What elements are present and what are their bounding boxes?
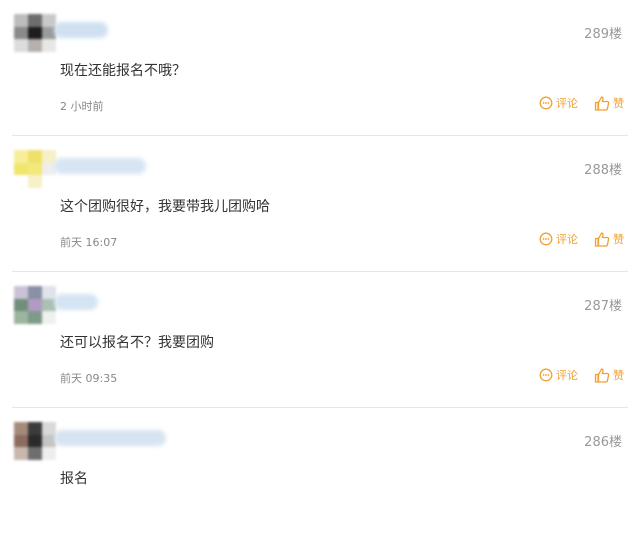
- floor-number: 287楼: [584, 299, 622, 314]
- avatar[interactable]: [14, 150, 56, 188]
- comment-icon: [539, 232, 553, 246]
- like-button[interactable]: 赞: [594, 95, 624, 111]
- comment-label: 评论: [556, 97, 578, 110]
- floor-number: 286楼: [584, 435, 622, 450]
- comment-post: 287楼 还可以报名不？我要团购 前天 09:35 评论 赞: [0, 272, 640, 408]
- like-label: 赞: [613, 97, 624, 110]
- thumbs-up-icon: [594, 232, 610, 247]
- comment-post: 288楼 这个团购很好，我要带我儿团购哈 前天 16:07 评论 赞: [0, 136, 640, 272]
- post-actions: 评论 赞: [539, 367, 624, 383]
- timestamp: 前天 16:07: [60, 236, 118, 249]
- like-button[interactable]: 赞: [594, 367, 624, 383]
- comment-text: 报名: [60, 471, 88, 487]
- thumbs-up-icon: [594, 368, 610, 383]
- comment-text: 这个团购很好，我要带我儿团购哈: [60, 199, 270, 215]
- like-label: 赞: [613, 233, 624, 246]
- thumbs-up-icon: [594, 96, 610, 111]
- like-button[interactable]: 赞: [594, 231, 624, 247]
- floor-number: 289楼: [584, 27, 622, 42]
- timestamp: 2 小时前: [60, 100, 104, 113]
- username[interactable]: [54, 158, 146, 174]
- floor-number: 288楼: [584, 163, 622, 178]
- comment-post: 286楼 报名: [0, 408, 640, 544]
- comment-icon: [539, 368, 553, 382]
- comment-post: 289楼 现在还能报名不哦？ 2 小时前 评论 赞: [0, 0, 640, 136]
- username[interactable]: [54, 294, 98, 310]
- comment-icon: [539, 96, 553, 110]
- comment-button[interactable]: 评论: [539, 95, 578, 111]
- username[interactable]: [54, 22, 108, 38]
- like-label: 赞: [613, 369, 624, 382]
- comment-button[interactable]: 评论: [539, 367, 578, 383]
- comment-text: 还可以报名不？我要团购: [60, 335, 214, 351]
- avatar[interactable]: [14, 422, 56, 460]
- avatar[interactable]: [14, 286, 56, 324]
- comment-label: 评论: [556, 369, 578, 382]
- comment-label: 评论: [556, 233, 578, 246]
- post-actions: 评论 赞: [539, 95, 624, 111]
- post-actions: 评论 赞: [539, 231, 624, 247]
- timestamp: 前天 09:35: [60, 372, 118, 385]
- username[interactable]: [54, 430, 166, 446]
- comment-text: 现在还能报名不哦？: [60, 63, 186, 79]
- comment-button[interactable]: 评论: [539, 231, 578, 247]
- avatar[interactable]: [14, 14, 56, 52]
